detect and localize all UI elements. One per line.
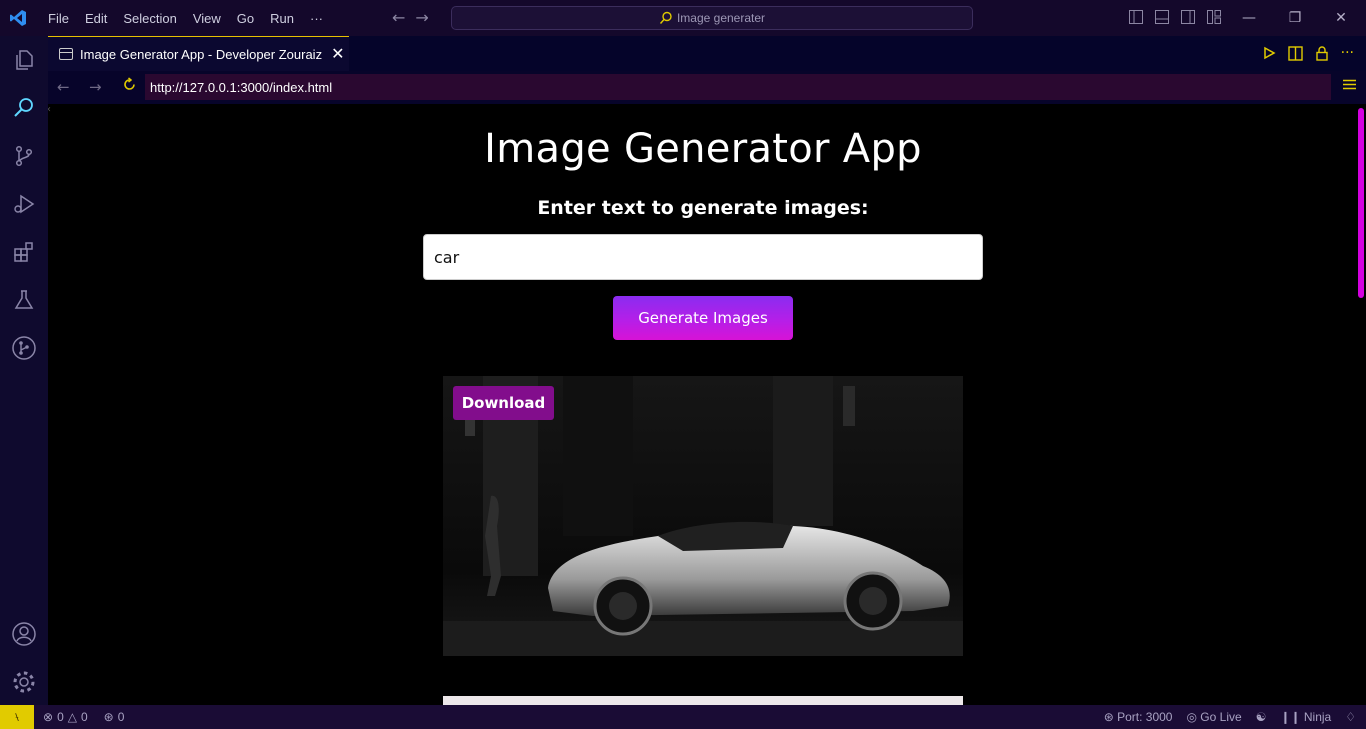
second-image-card <box>443 696 963 705</box>
prompt-label: Enter text to generate images: <box>537 197 869 219</box>
accounts-icon[interactable] <box>0 610 48 658</box>
command-center-text: Image generater <box>676 11 766 25</box>
notifications-bell-icon[interactable]: ♢ <box>1345 710 1356 724</box>
ninja-status[interactable]: ❙❙ Ninja <box>1280 710 1331 724</box>
title-bar: File Edit Selection View Go Run ··· ← → … <box>0 0 1366 36</box>
browser-forward-icon[interactable]: → <box>89 78 102 96</box>
search-icon <box>659 11 672 24</box>
page-title: Image Generator App <box>484 126 922 172</box>
menu-selection[interactable]: Selection <box>115 11 184 26</box>
browser-menu-icon[interactable] <box>1343 79 1356 94</box>
web-page: ‹ Image Generator App Enter text to gene… <box>48 104 1366 705</box>
toggle-panel-icon[interactable] <box>1154 9 1170 25</box>
tab-image-generator-preview[interactable]: Image Generator App - Developer Zouraiz … <box>48 36 349 71</box>
broadcast-icon: ⊛ <box>1103 710 1118 724</box>
browser-back-icon[interactable]: ← <box>57 78 70 96</box>
explorer-icon[interactable] <box>0 36 48 84</box>
prompt-input[interactable]: car <box>423 234 983 280</box>
search-view-icon[interactable] <box>0 84 48 132</box>
minimize-icon[interactable]: — <box>1226 0 1272 36</box>
customize-layout-icon[interactable] <box>1206 9 1222 25</box>
menu-run[interactable]: Run <box>262 11 302 26</box>
tab-label: Image Generator App - Developer Zouraiz <box>80 46 323 62</box>
generate-images-button[interactable]: Generate Images <box>613 296 793 340</box>
menu-more[interactable]: ··· <box>302 11 331 26</box>
error-count[interactable]: 0 <box>57 710 64 724</box>
command-center-search[interactable]: Image generater <box>451 6 973 30</box>
url-input[interactable]: http://127.0.0.1:3000/index.html <box>145 74 1331 100</box>
close-window-icon[interactable]: ✕ <box>1318 0 1364 36</box>
source-control-icon[interactable] <box>0 132 48 180</box>
close-tab-icon[interactable]: ✕ <box>331 44 344 64</box>
restore-icon[interactable]: ❐ <box>1272 0 1318 36</box>
menu-view[interactable]: View <box>185 11 229 26</box>
menu-go[interactable]: Go <box>229 11 262 26</box>
forward-arrow-icon[interactable]: → <box>415 8 428 27</box>
browser-address-bar: ← → http://127.0.0.1:3000/index.html <box>48 71 1366 104</box>
run-debug-icon[interactable] <box>0 180 48 228</box>
warning-icon: △ <box>67 710 77 724</box>
go-live-icon: ◎ <box>1186 710 1201 724</box>
go-live-button[interactable]: ◎ Go Live <box>1186 710 1241 724</box>
back-arrow-icon[interactable]: ← <box>392 8 405 27</box>
ports-count[interactable]: 0 <box>118 710 125 724</box>
menu-bar: File Edit Selection View Go Run ··· <box>40 11 331 26</box>
status-bar: ⧷ ⊗ 0 △ 0 ⊛ 0 ⊛ Port: 3000 ◎ Go Live ☯ ❙… <box>0 705 1366 729</box>
pause-icon: ❙❙ <box>1280 710 1304 724</box>
ports-icon: ⊛ <box>103 710 114 724</box>
warning-count[interactable]: 0 <box>81 710 88 724</box>
activity-bar <box>0 36 48 705</box>
feedback-icon[interactable]: ☯ <box>1256 710 1267 724</box>
split-editor-icon[interactable] <box>1287 45 1303 61</box>
git-graph-icon[interactable] <box>0 324 48 372</box>
collapse-chevron-icon: ‹ <box>48 104 51 115</box>
editor-tab-bar: Image Generator App - Developer Zouraiz … <box>48 36 1366 71</box>
toggle-primary-sidebar-icon[interactable] <box>1128 9 1144 25</box>
lock-icon[interactable] <box>1315 45 1329 61</box>
browser-preview-icon <box>59 48 73 60</box>
menu-edit[interactable]: Edit <box>77 11 115 26</box>
generated-image-card: Download <box>443 376 963 656</box>
vscode-logo-icon <box>0 0 36 36</box>
reload-icon[interactable] <box>122 77 137 96</box>
extensions-icon[interactable] <box>0 228 48 276</box>
toggle-secondary-sidebar-icon[interactable] <box>1180 9 1196 25</box>
testing-icon[interactable] <box>0 276 48 324</box>
download-button[interactable]: Download <box>453 386 554 420</box>
more-actions-icon[interactable]: ··· <box>1341 45 1354 61</box>
remote-indicator-icon[interactable]: ⧷ <box>0 705 34 729</box>
menu-file[interactable]: File <box>40 11 77 26</box>
manage-gear-icon[interactable] <box>0 658 48 706</box>
run-icon[interactable] <box>1262 46 1276 60</box>
error-icon: ⊗ <box>43 710 54 724</box>
page-scrollbar[interactable] <box>1358 108 1364 298</box>
port-status[interactable]: ⊛ Port: 3000 <box>1104 710 1173 724</box>
